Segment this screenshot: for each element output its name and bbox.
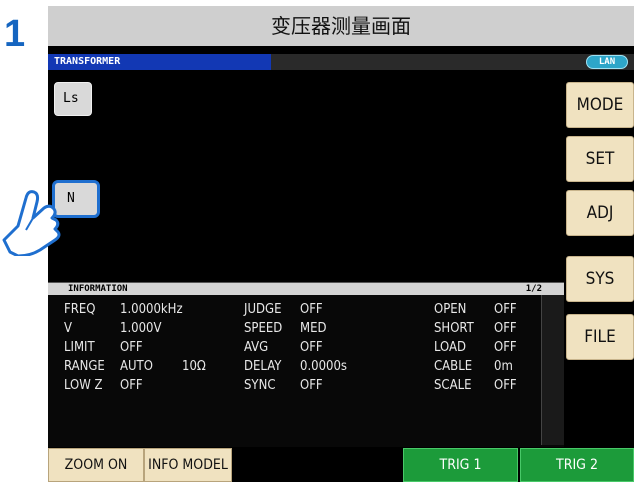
info-value: OFF xyxy=(494,321,517,336)
set-button[interactable]: SET xyxy=(566,136,634,182)
info-label: RANGE xyxy=(64,359,105,374)
info-value: MED xyxy=(300,321,327,336)
file-button[interactable]: FILE xyxy=(566,314,634,360)
pointing-hand-icon xyxy=(2,190,61,256)
adj-button[interactable]: ADJ xyxy=(566,190,634,236)
zoom-on-button[interactable]: ZOOM ON xyxy=(48,448,144,482)
info-label: JUDGE xyxy=(244,302,282,317)
information-panel: INFORMATION 1/2 FREQ 1.0000kHz JUDGE OFF… xyxy=(48,282,564,447)
info-value: OFF xyxy=(120,340,143,355)
info-value: OFF xyxy=(494,340,517,355)
lan-badge: LAN xyxy=(586,55,628,69)
info-value: OFF xyxy=(300,302,323,317)
instrument-screen: TRANSFORMER LAN Ls N MODE SET ADJ SYS FI… xyxy=(48,46,634,482)
info-value: 1.0000kHz xyxy=(120,302,183,317)
step-caption: 变压器测量画面 xyxy=(48,6,634,46)
trig2-button[interactable]: TRIG 2 xyxy=(520,448,634,482)
information-header: INFORMATION 1/2 xyxy=(48,283,564,295)
info-value: OFF xyxy=(120,378,143,393)
info-value: OFF xyxy=(300,340,323,355)
info-value: OFF xyxy=(494,378,517,393)
trig1-button[interactable]: TRIG 1 xyxy=(403,448,518,482)
info-label: FREQ xyxy=(64,302,96,317)
info-value: 0m xyxy=(494,359,513,374)
info-value: OFF xyxy=(300,378,323,393)
info-value: 1.000V xyxy=(120,321,162,336)
information-scrollbar[interactable] xyxy=(541,295,564,445)
info-value: AUTO xyxy=(120,359,153,374)
title-bar: TRANSFORMER LAN xyxy=(48,54,634,70)
info-label: LIMIT xyxy=(64,340,95,355)
info-value: OFF xyxy=(494,302,517,317)
param-ls-button[interactable]: Ls xyxy=(54,82,92,116)
information-title: INFORMATION xyxy=(68,284,128,294)
info-label: LOAD xyxy=(434,340,467,355)
screen-title: TRANSFORMER xyxy=(48,54,271,70)
info-label: SHORT xyxy=(434,321,474,336)
step-number: 1 xyxy=(4,13,26,55)
info-label: CABLE xyxy=(434,359,473,374)
info-label: DELAY xyxy=(244,359,282,374)
info-label: SPEED xyxy=(244,321,283,336)
sys-button[interactable]: SYS xyxy=(566,256,634,302)
info-model-button[interactable]: INFO MODEL xyxy=(144,448,232,482)
info-label: LOW Z xyxy=(64,378,103,393)
info-label: OPEN xyxy=(434,302,467,317)
info-label: SYNC xyxy=(244,378,276,393)
info-label: V xyxy=(64,321,72,336)
info-range-value: 10Ω xyxy=(182,359,206,374)
information-page: 1/2 xyxy=(525,284,542,294)
info-label: AVG xyxy=(244,340,269,355)
info-label: SCALE xyxy=(434,378,472,393)
mode-button[interactable]: MODE xyxy=(566,82,634,128)
info-value: 0.0000s xyxy=(300,359,348,374)
